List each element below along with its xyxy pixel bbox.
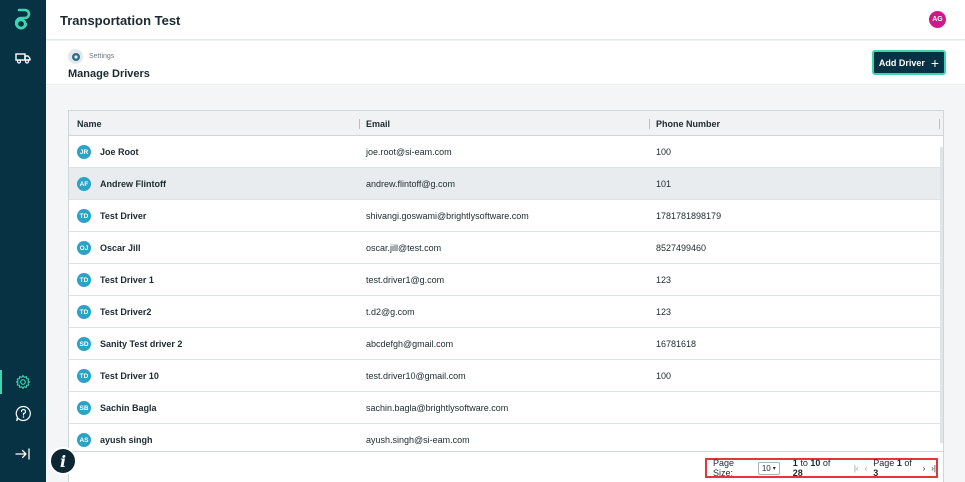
driver-phone: 8527499460 xyxy=(656,243,707,253)
driver-email: joe.root@si-eam.com xyxy=(366,147,452,157)
driver-avatar: AS xyxy=(77,433,91,447)
table-row[interactable]: TD Test Driver 10 test.driver10@gmail.com 1… xyxy=(69,360,943,392)
page-size-label: Page Size: xyxy=(713,458,735,478)
driver-avatar: SB xyxy=(77,401,91,415)
driver-phone: 1781781898179 xyxy=(656,211,722,221)
table-scrollbar[interactable] xyxy=(940,147,943,443)
driver-name: Test Driver xyxy=(100,211,147,221)
caret-down-icon: ▾ xyxy=(772,465,776,472)
last-page-icon[interactable]: ›| xyxy=(931,464,936,473)
column-header-phone[interactable]: Phone Number xyxy=(656,119,720,129)
driver-email: shivangi.goswami@brightlysoftware.com xyxy=(366,211,529,221)
driver-avatar: JR xyxy=(77,145,91,159)
user-avatar[interactable]: AG xyxy=(929,11,946,28)
scrollbar-thumb[interactable] xyxy=(940,147,943,443)
driver-email: ayush.singh@si-eam.com xyxy=(366,435,470,445)
table-row[interactable]: SD Sanity Test driver 2 abcdefgh@gmail.com… xyxy=(69,328,943,360)
help-icon[interactable] xyxy=(0,398,46,428)
driver-avatar: TD xyxy=(77,305,91,319)
driver-name: Test Driver2 xyxy=(100,307,152,317)
plus-icon: + xyxy=(930,54,940,71)
table-row[interactable]: TD Test Driver2 t.d2@g.com 123 xyxy=(69,296,943,328)
brightly-logo-icon[interactable] xyxy=(0,4,46,34)
driver-avatar: SD xyxy=(77,337,91,351)
table-row[interactable]: TD Test Driver shivangi.goswami@brightlyso… xyxy=(69,200,943,232)
column-resize-handle[interactable] xyxy=(359,119,360,129)
driver-name: Joe Root xyxy=(100,147,139,157)
add-driver-button[interactable]: Add Driver + xyxy=(872,50,946,75)
gear-icon[interactable] xyxy=(0,367,46,397)
app-header: Transportation Test AG xyxy=(46,0,965,40)
driver-phone: 100 xyxy=(656,147,672,157)
drivers-table: Name Email Phone Number JR Joe Root joe.ro… xyxy=(68,110,944,482)
first-page-icon[interactable]: |‹ xyxy=(854,464,859,473)
driver-name: Sanity Test driver 2 xyxy=(100,339,183,349)
truck-icon[interactable] xyxy=(0,43,46,73)
driver-name: Andrew Flintoff xyxy=(100,179,166,189)
info-icon[interactable]: i xyxy=(49,447,77,475)
driver-email: andrew.flintoff@g.com xyxy=(366,179,456,189)
add-driver-label: Add Driver xyxy=(878,57,925,68)
table-header: Name Email Phone Number xyxy=(69,111,943,136)
page-size-select[interactable]: 10 ▾ xyxy=(757,461,780,475)
driver-name: Sachin Bagla xyxy=(100,403,157,413)
row-range: 1 to 10 of 28 xyxy=(792,458,831,478)
column-resize-handle[interactable] xyxy=(939,119,940,129)
next-page-icon[interactable]: › xyxy=(923,464,926,473)
driver-name: Test Driver 1 xyxy=(100,275,154,285)
table-row[interactable]: OJ Oscar Jill oscar.jill@test.com 852749946… xyxy=(69,232,943,264)
driver-phone: 100 xyxy=(656,371,672,381)
previous-page-icon[interactable]: ‹ xyxy=(865,464,868,473)
driver-email: oscar.jill@test.com xyxy=(366,243,442,253)
table-row[interactable]: SB Sachin Bagla sachin.bagla@brightlysoftw… xyxy=(69,392,943,424)
table-row[interactable]: TD Test Driver 1 test.driver1@g.com 123 xyxy=(69,264,943,296)
table-row[interactable]: JR Joe Root joe.root@si-eam.com 100 xyxy=(69,136,943,168)
page-header: Settings Manage Drivers Add Driver + xyxy=(46,41,965,85)
driver-name: ayush singh xyxy=(100,435,153,445)
column-resize-handle[interactable] xyxy=(649,119,650,129)
driver-phone: 16781618 xyxy=(656,339,697,349)
driver-email: t.d2@g.com xyxy=(366,307,415,317)
app-title: Transportation Test xyxy=(60,13,181,28)
page-indicator: Page 1 of 3 xyxy=(873,458,912,478)
driver-phone: 101 xyxy=(656,179,672,189)
driver-avatar: OJ xyxy=(77,241,91,255)
table-body: JR Joe Root joe.root@si-eam.com 100 AF Andrew… xyxy=(69,136,943,456)
driver-phone: 123 xyxy=(656,307,672,317)
table-row[interactable]: AF Andrew Flintoff andrew.flintoff@g.com 10… xyxy=(69,168,943,200)
driver-avatar: TD xyxy=(77,209,91,223)
driver-avatar: TD xyxy=(77,369,91,383)
driver-avatar: AF xyxy=(77,177,91,191)
pagination-panel: Page Size: 10 ▾ 1 to 10 of 28 |‹ ‹ Page … xyxy=(705,458,938,478)
driver-email: abcdefgh@gmail.com xyxy=(366,339,454,349)
driver-email: test.driver10@gmail.com xyxy=(366,371,466,381)
driver-phone: 123 xyxy=(656,275,672,285)
page-title: Manage Drivers xyxy=(68,68,150,80)
driver-name: Test Driver 10 xyxy=(100,371,159,381)
driver-name: Oscar Jill xyxy=(100,243,141,253)
pagination-bar: Page Size: 10 ▾ 1 to 10 of 28 |‹ ‹ Page … xyxy=(68,451,944,482)
column-header-email[interactable]: Email xyxy=(366,119,390,129)
driver-email: test.driver1@g.com xyxy=(366,275,445,285)
column-header-name[interactable]: Name xyxy=(77,119,102,129)
driver-email: sachin.bagla@brightlysoftware.com xyxy=(366,403,509,413)
driver-avatar: TD xyxy=(77,273,91,287)
settings-crumb-icon xyxy=(68,49,83,64)
collapse-sidebar-icon[interactable] xyxy=(0,439,46,469)
sidebar xyxy=(0,0,46,482)
breadcrumb[interactable]: Settings xyxy=(89,53,114,60)
